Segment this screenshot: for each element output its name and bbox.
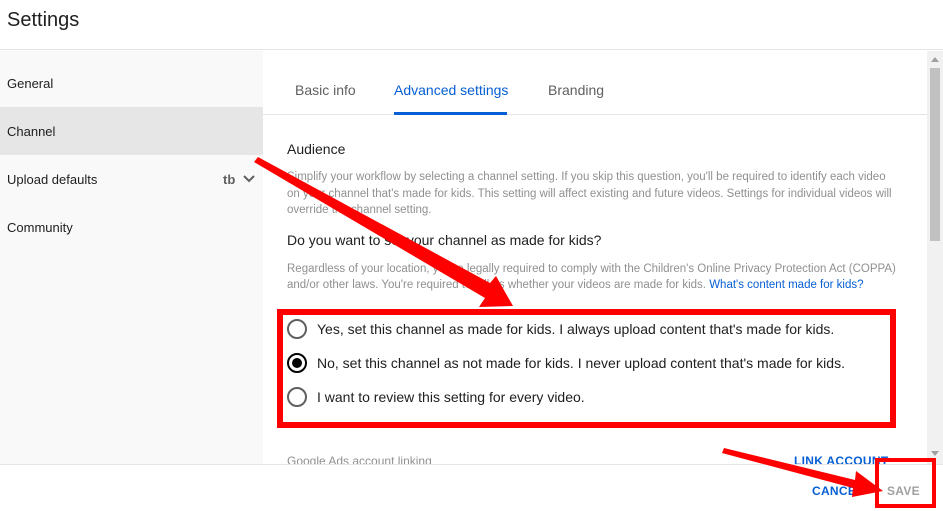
option-made-for-kids[interactable]: Yes, set this channel as made for kids. … bbox=[287, 319, 834, 339]
google-ads-linking-label: Google Ads account linking bbox=[287, 454, 432, 464]
coppa-note: Regardless of your location, you're lega… bbox=[287, 261, 897, 293]
sidebar-item-label: Upload defaults bbox=[7, 171, 98, 187]
tab-advanced-settings[interactable]: Advanced settings bbox=[394, 82, 508, 98]
channel-panel: Basic info Advanced settings Branding Au… bbox=[263, 51, 927, 464]
sidebar-item-label: Channel bbox=[7, 123, 56, 139]
tab-bar: Basic info Advanced settings Branding bbox=[263, 51, 927, 115]
scroll-up-arrow-icon[interactable] bbox=[931, 57, 939, 62]
tab-basic-info[interactable]: Basic info bbox=[295, 82, 356, 98]
active-tab-indicator bbox=[394, 112, 507, 115]
scrollbar[interactable] bbox=[927, 51, 943, 464]
radio-button-selected[interactable] bbox=[287, 353, 307, 373]
cancel-button[interactable]: CANCEL bbox=[812, 484, 864, 498]
audience-description: Simplify your workflow by selecting a ch… bbox=[287, 171, 892, 216]
save-button[interactable]: SAVE bbox=[887, 484, 920, 498]
made-for-kids-help-link[interactable]: What's content made for kids? bbox=[709, 279, 863, 291]
option-label: Yes, set this channel as made for kids. … bbox=[317, 321, 835, 337]
sidebar-item-general[interactable]: General bbox=[0, 59, 263, 107]
radio-button[interactable] bbox=[287, 319, 307, 339]
beta-icon: tb bbox=[223, 173, 235, 185]
svg-text:tb: tb bbox=[223, 173, 235, 185]
sidebar-item-label: Community bbox=[7, 219, 73, 235]
sidebar-item-upload-defaults[interactable]: Upload defaults tb bbox=[0, 155, 263, 203]
sidebar-item-community[interactable]: Community bbox=[0, 203, 263, 251]
made-for-kids-question: Do you want to set your channel as made … bbox=[287, 232, 602, 248]
link-account-button[interactable]: LINK ACCOUNT bbox=[794, 454, 888, 464]
scrollbar-thumb[interactable] bbox=[930, 68, 940, 241]
tab-branding[interactable]: Branding bbox=[548, 82, 604, 98]
settings-header: Settings bbox=[0, 0, 943, 50]
option-review-every-video[interactable]: I want to review this setting for every … bbox=[287, 387, 585, 407]
option-label: I want to review this setting for every … bbox=[317, 389, 585, 405]
settings-content: Basic info Advanced settings Branding Au… bbox=[263, 51, 943, 464]
dialog-footer: CANCEL SAVE bbox=[0, 464, 943, 511]
option-label: No, set this channel as not made for kid… bbox=[317, 355, 845, 371]
option-not-made-for-kids[interactable]: No, set this channel as not made for kid… bbox=[287, 353, 845, 373]
chevron-down-icon[interactable] bbox=[243, 173, 255, 185]
audience-title: Audience bbox=[287, 141, 346, 157]
scroll-down-arrow-icon[interactable] bbox=[931, 451, 939, 456]
sidebar-item-label: General bbox=[7, 75, 54, 91]
sidebar: General Channel Upload defaults tb Commu… bbox=[0, 51, 263, 464]
page-title: Settings bbox=[7, 9, 80, 31]
radio-button[interactable] bbox=[287, 387, 307, 407]
sidebar-item-channel[interactable]: Channel bbox=[0, 107, 263, 155]
upload-defaults-icons: tb bbox=[223, 173, 255, 185]
